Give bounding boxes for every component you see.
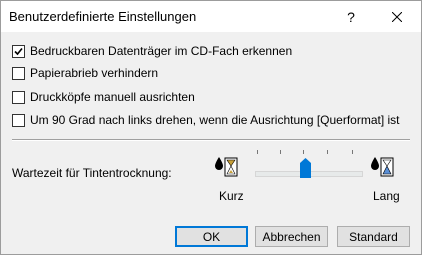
checkbox-prevent-paper-abrasion[interactable] <box>12 66 25 80</box>
checkbox-manual-head-alignment[interactable] <box>12 90 25 104</box>
ink-drying-short-icon <box>215 157 238 177</box>
option-manual-head-alignment[interactable]: Druckköpfe manuell ausrichten <box>12 89 195 105</box>
slider-min-label: Kurz <box>219 189 244 203</box>
option-label: Druckköpfe manuell ausrichten <box>30 90 195 104</box>
slider-max-label: Lang <box>373 189 400 203</box>
ink-drying-long-icon <box>371 157 394 177</box>
slider-tick <box>280 150 281 154</box>
close-button[interactable] <box>374 1 420 32</box>
option-label: Bedruckbaren Datenträger im CD-Fach erke… <box>30 44 293 58</box>
option-label: Papierabrieb verhindern <box>30 66 159 80</box>
close-icon <box>392 11 402 22</box>
slider-tick <box>303 150 304 154</box>
help-icon: ? <box>347 8 355 25</box>
drying-time-slider-thumb[interactable] <box>299 158 311 178</box>
option-detect-cd-tray[interactable]: Bedruckbaren Datenträger im CD-Fach erke… <box>12 43 292 59</box>
slider-tick <box>257 150 258 154</box>
option-prevent-paper-abrasion[interactable]: Papierabrieb verhindern <box>12 65 158 81</box>
standard-button[interactable]: Standard <box>337 226 410 247</box>
slider-tick <box>352 150 353 154</box>
drying-time-label: Wartezeit für Tintentrocknung: <box>12 166 172 180</box>
checkmark-icon <box>14 47 23 55</box>
title-bar: Benutzerdefinierte Einstellungen ? <box>1 1 421 32</box>
slider-tick <box>327 150 328 154</box>
checkbox-detect-cd-tray[interactable] <box>12 44 25 58</box>
separator <box>12 139 410 141</box>
checkbox-rotate-landscape[interactable] <box>12 113 25 127</box>
dialog-title: Benutzerdefinierte Einstellungen <box>9 9 197 24</box>
dialog-window: Benutzerdefinierte Einstellungen ? Bedru… <box>0 0 422 255</box>
option-label: Um 90 Grad nach links drehen, wenn die A… <box>30 113 400 127</box>
help-button[interactable]: ? <box>328 1 374 32</box>
cancel-button[interactable]: Abbrechen <box>255 226 328 247</box>
option-rotate-landscape[interactable]: Um 90 Grad nach links drehen, wenn die A… <box>12 112 400 128</box>
ok-button[interactable]: OK <box>175 226 248 247</box>
